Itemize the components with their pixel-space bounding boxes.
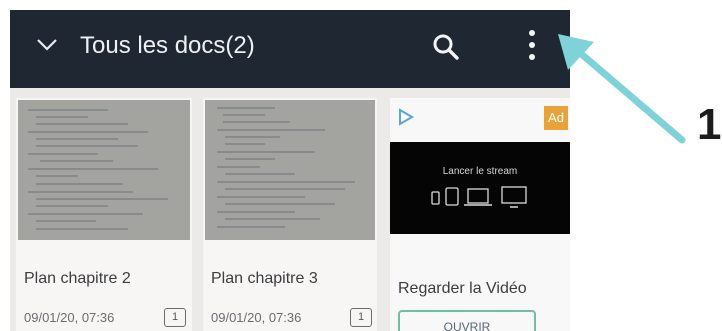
app-screen: Tous les docs(2) Plan chapitre 2 09/01/2… (10, 10, 570, 331)
document-name: Plan chapitre 2 (24, 270, 131, 287)
page-count-badge: 1 (164, 308, 186, 327)
callout-number: 1 (697, 100, 722, 149)
folder-title[interactable]: Tous les docs(2) (80, 32, 255, 60)
devices-icon (431, 186, 527, 208)
ad-headline: Regarder la Vidéo (398, 280, 527, 297)
ad-video-caption: Lancer le stream (442, 166, 518, 177)
search-icon[interactable] (431, 32, 461, 62)
ad-video-preview[interactable]: Lancer le stream (390, 142, 570, 234)
document-card[interactable]: Plan chapitre 3 09/01/20, 07:36 1 (203, 98, 377, 331)
document-name: Plan chapitre 3 (211, 270, 318, 287)
document-thumbnail (18, 100, 190, 240)
top-app-bar: Tous les docs(2) (10, 10, 570, 88)
ad-choices-icon[interactable] (398, 108, 414, 126)
document-thumbnail (205, 100, 375, 240)
chevron-down-icon[interactable] (36, 38, 58, 52)
ad-card[interactable]: Ad Lancer le stream Regarder la Vidéo OU… (390, 98, 570, 331)
ad-open-button[interactable]: OUVRIR (398, 310, 536, 331)
more-options-icon[interactable] (522, 28, 542, 62)
document-date: 09/01/20, 07:36 (211, 310, 302, 325)
callout-arrow-icon (558, 34, 686, 144)
document-card[interactable]: Plan chapitre 2 09/01/20, 07:36 1 (16, 98, 192, 331)
page-count-badge: 1 (350, 308, 372, 327)
document-date: 09/01/20, 07:36 (24, 310, 115, 325)
